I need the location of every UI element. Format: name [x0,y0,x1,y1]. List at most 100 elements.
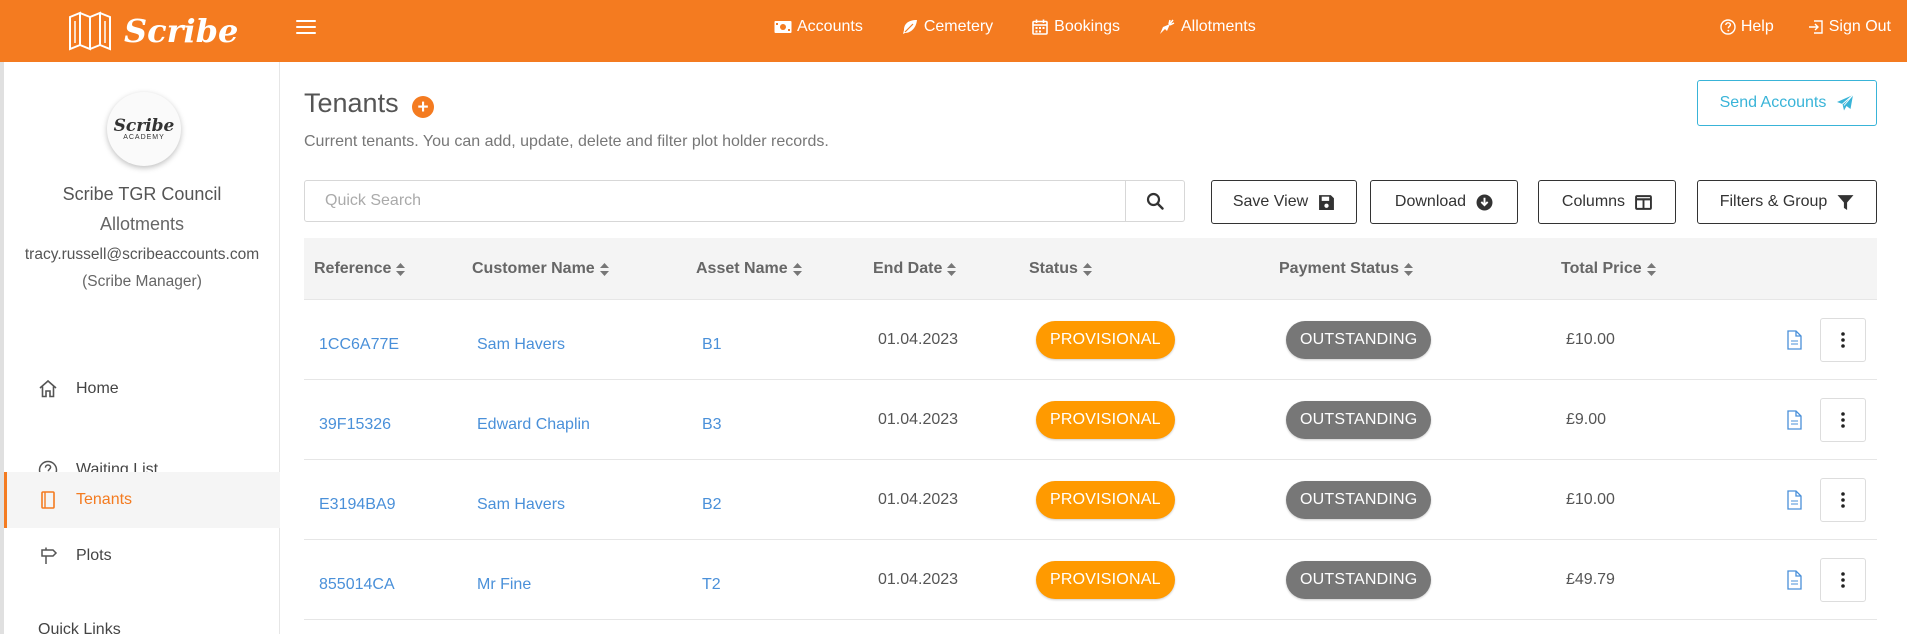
table-row: 855014CA Mr Fine T2 01.04.2023 PROVISION… [304,540,1877,620]
reference-link[interactable]: E3194BA9 [319,496,396,514]
add-tenant-button[interactable]: + [412,96,434,118]
reference-link[interactable]: 1CC6A77E [319,336,399,354]
user-email: tracy.russell@scribeaccounts.com [24,246,260,263]
sort-icon [1404,262,1414,276]
column-header-label: Status [1029,260,1078,277]
download-circle-icon [1476,194,1493,210]
avatar-logo-text: Scribe [113,115,175,136]
nav-cemetery[interactable]: Cemetery [901,18,993,36]
status-badge: PROVISIONAL [1036,561,1175,599]
avatar-logo-subtext: ACADEMY [123,133,165,141]
sidebar-item-quick-links[interactable]: Quick Links [38,621,121,634]
row-actions-button[interactable] [1820,478,1866,522]
page-title: Tenants [304,88,399,118]
hamburger-menu-button[interactable] [296,17,316,37]
paper-plane-icon [1837,94,1854,111]
payment-status-badge: OUTSTANDING [1286,321,1432,359]
open-book-icon [69,11,111,51]
organisation-module: Allotments [99,214,185,234]
asset-link[interactable]: B3 [702,416,722,434]
sign-out-link[interactable]: Sign Out [1808,18,1891,36]
column-header-payment-status[interactable]: Payment Status [1279,238,1414,300]
organisation-name: Scribe TGR Council [62,184,222,204]
nav-bookings[interactable]: Bookings [1031,18,1120,36]
document-icon[interactable] [1786,410,1802,430]
sort-icon [599,262,609,276]
columns-button[interactable]: Columns [1538,180,1676,224]
column-header-status[interactable]: Status [1029,238,1093,300]
top-right-nav: Help Sign Out [1720,0,1891,54]
column-header-label: Reference [314,260,392,277]
column-header-label: Payment Status [1279,260,1400,277]
asset-link[interactable]: B1 [702,336,722,354]
payment-status-badge: OUTSTANDING [1286,481,1432,519]
sort-icon [947,262,957,276]
nav-allotments-label: Allotments [1181,18,1256,35]
send-accounts-button[interactable]: Send Accounts [1697,80,1877,126]
search-button[interactable] [1126,180,1185,222]
column-header-reference[interactable]: Reference [314,238,406,300]
asset-link[interactable]: T2 [702,576,721,594]
payment-status-badge: OUTSTANDING [1286,401,1432,439]
row-actions-button[interactable] [1820,318,1866,362]
row-actions-button[interactable] [1820,398,1866,442]
more-vertical-icon [1841,332,1845,348]
sidebar-item-label: Home [76,380,119,397]
page-description: Current tenants. You can add, update, de… [304,133,829,150]
hamburger-line [296,32,316,34]
quick-search-input[interactable] [305,181,1125,221]
calendar-icon [1032,19,1048,35]
download-label: Download [1394,193,1467,210]
money-icon [774,21,792,33]
question-circle-icon [1720,19,1736,35]
search-icon [1146,192,1164,210]
column-header-end-date[interactable]: End Date [873,238,957,300]
sidebar-item-label: Tenants [76,491,133,508]
nav-accounts-label: Accounts [797,18,863,35]
document-icon[interactable] [1786,570,1802,590]
filters-group-button[interactable]: Filters & Group [1697,180,1877,224]
nav-allotments[interactable]: Allotments [1158,18,1256,36]
end-date-cell: 01.04.2023 [878,411,959,428]
column-header-total-price[interactable]: Total Price [1561,238,1657,300]
end-date-cell: 01.04.2023 [878,331,959,348]
asset-link[interactable]: B2 [702,496,722,514]
sign-out-label: Sign Out [1828,18,1891,35]
help-link[interactable]: Help [1720,18,1774,36]
customer-link[interactable]: Sam Havers [477,496,565,514]
sidebar-item-tenants[interactable]: Tenants [4,472,280,528]
total-price-cell: £10.00 [1566,491,1615,508]
nav-bookings-label: Bookings [1054,18,1120,35]
columns-label: Columns [1561,193,1626,210]
reference-link[interactable]: 855014CA [319,576,395,594]
sidebar: Scribe ACADEMY Scribe TGR Council Allotm… [0,62,280,634]
carrot-icon [1160,19,1175,34]
customer-link[interactable]: Edward Chaplin [477,416,590,434]
download-button[interactable]: Download [1370,180,1518,224]
column-header-customer-name[interactable]: Customer Name [472,238,610,300]
quick-search-field[interactable] [304,180,1126,222]
document-icon[interactable] [1786,330,1802,350]
top-navigation-bar: Scribe Accounts Cemetery Bookings Allotm… [0,0,1907,62]
column-header-asset-name[interactable]: Asset Name [696,238,803,300]
book-icon [41,491,55,509]
table-row: E3194BA9 Sam Havers B2 01.04.2023 PROVIS… [304,460,1877,540]
floppy-disk-icon [1319,194,1335,210]
sort-icon [396,262,406,276]
customer-link[interactable]: Sam Havers [477,336,565,354]
sign-out-icon [1808,20,1823,34]
more-vertical-icon [1841,412,1845,428]
save-view-button[interactable]: Save View [1211,180,1357,224]
sidebar-item-plots[interactable]: Plots [4,528,280,584]
document-icon[interactable] [1786,490,1802,510]
send-accounts-label: Send Accounts [1719,94,1827,111]
table-row: 1CC6A77E Sam Havers B1 01.04.2023 PROVIS… [304,300,1877,380]
customer-link[interactable]: Mr Fine [477,576,531,594]
brand-logo[interactable]: Scribe [66,6,238,56]
row-actions-button[interactable] [1820,558,1866,602]
nav-accounts[interactable]: Accounts [774,18,863,36]
top-nav: Accounts Cemetery Bookings Allotments [774,0,1256,54]
status-badge: PROVISIONAL [1036,401,1175,439]
sidebar-item-home[interactable]: Home [4,361,280,417]
reference-link[interactable]: 39F15326 [319,416,391,434]
